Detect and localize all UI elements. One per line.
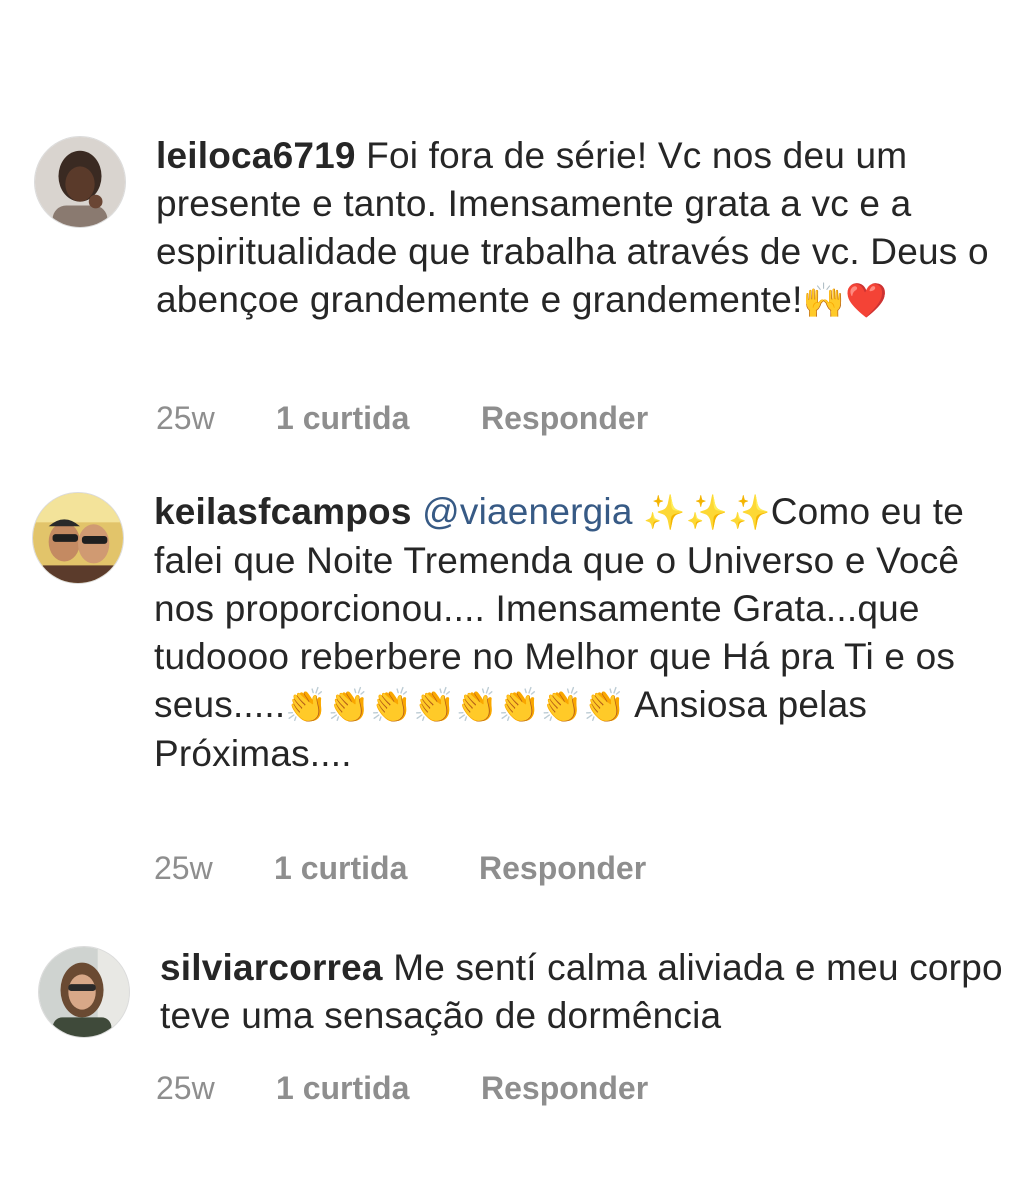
profile-photo-icon <box>35 137 125 227</box>
reply-button[interactable]: Responder <box>481 400 648 437</box>
comment-meta: 25w 1 curtida Responder <box>156 1068 648 1108</box>
comment-time: 25w <box>156 1069 215 1106</box>
comment-time: 25w <box>156 399 215 436</box>
avatar[interactable] <box>32 492 124 584</box>
comment-emoji: 👏👏👏👏👏👏👏👏 <box>285 686 626 726</box>
reply-button[interactable]: Responder <box>479 850 646 887</box>
comment-likes[interactable]: 1 curtida <box>274 850 479 887</box>
comment-username[interactable]: leiloca6719 <box>156 135 356 176</box>
comment-username[interactable]: silviarcorrea <box>160 947 383 988</box>
comment-emoji: ✨✨✨ <box>643 493 771 533</box>
comment-likes[interactable]: 1 curtida <box>276 1070 481 1107</box>
comment-emoji: 🙌❤️ <box>802 281 888 321</box>
comment-text: silviarcorrea Me sentí calma aliviada e … <box>160 944 1010 1040</box>
comment-likes[interactable]: 1 curtida <box>276 400 481 437</box>
comment-meta: 25w 1 curtida Responder <box>154 848 646 888</box>
comment-text: keilasfcampos @viaenergia ✨✨✨Como eu te … <box>154 488 1004 778</box>
reply-button[interactable]: Responder <box>481 1070 648 1107</box>
mention-link[interactable]: @viaenergia <box>422 491 633 532</box>
profile-photo-icon <box>39 947 129 1037</box>
avatar[interactable] <box>34 136 126 228</box>
comment-username[interactable]: keilasfcampos <box>154 491 412 532</box>
comment-time: 25w <box>154 849 213 886</box>
comment-meta: 25w 1 curtida Responder <box>156 398 648 438</box>
avatar[interactable] <box>38 946 130 1038</box>
profile-photo-icon <box>33 493 123 583</box>
comment-text: leiloca6719 Foi fora de série! Vc nos de… <box>156 132 996 325</box>
